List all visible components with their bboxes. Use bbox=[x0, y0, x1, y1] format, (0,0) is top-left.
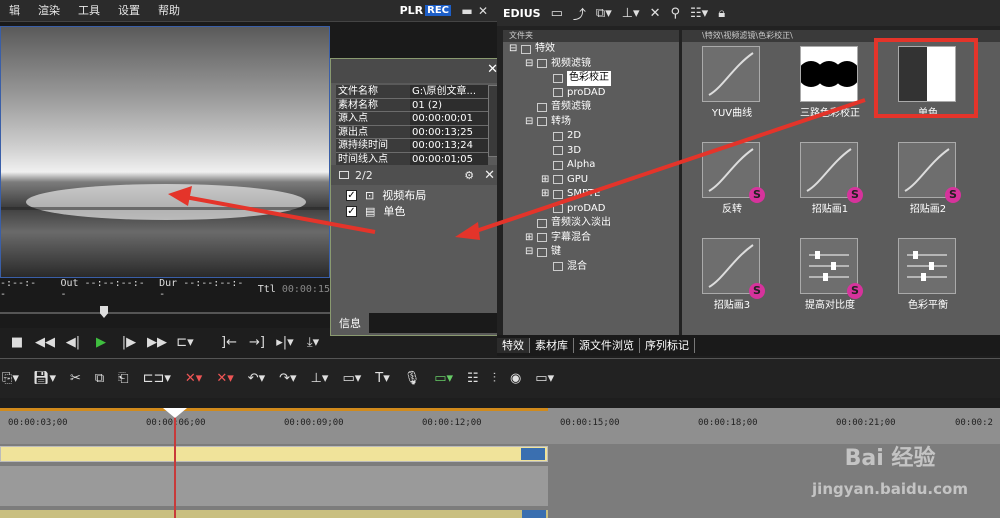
watermark: Bai 经验 jingyan.baidu.com bbox=[810, 440, 970, 518]
watermark-brand: Bai 经验 bbox=[844, 446, 936, 471]
watermark-url: jingyan.baidu.com bbox=[812, 480, 968, 498]
arrow-head-2 bbox=[168, 186, 192, 206]
arrow-line-1 bbox=[469, 98, 866, 235]
arrow-head-1 bbox=[455, 222, 480, 240]
highlight-box bbox=[874, 38, 978, 118]
arrow-line-2 bbox=[184, 195, 376, 234]
